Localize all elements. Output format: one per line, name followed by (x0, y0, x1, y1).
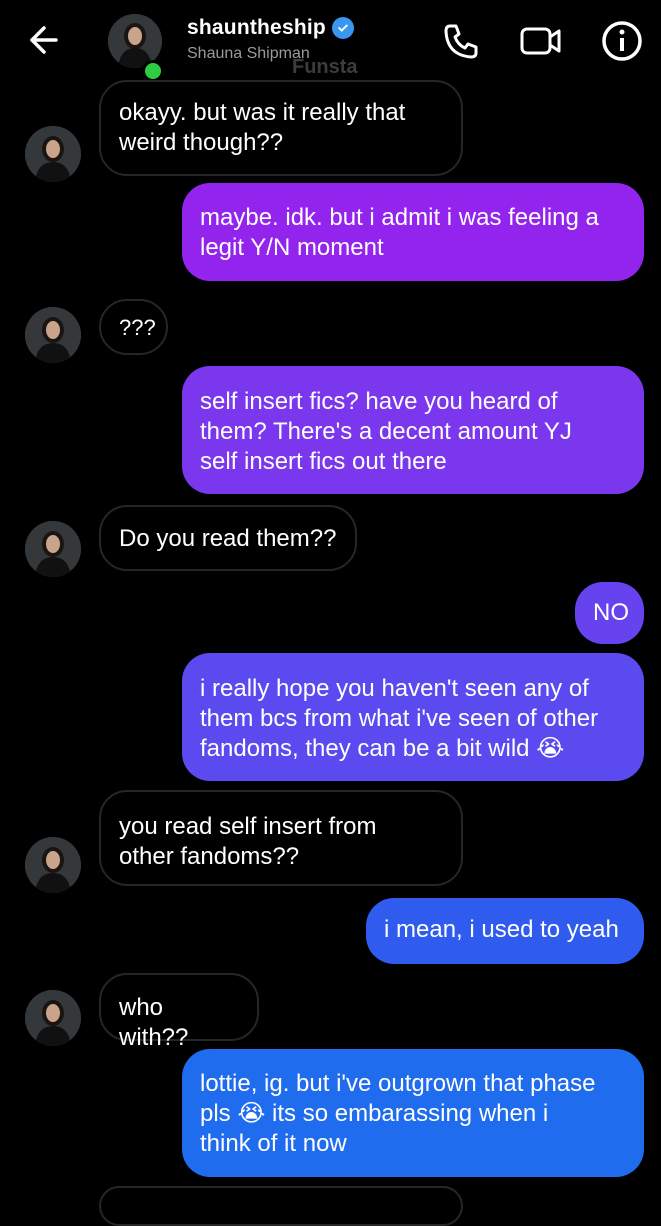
message-bubble-sent[interactable]: i really hope you haven't seen any of th… (182, 653, 644, 781)
message-bubble-sent[interactable]: i mean, i used to yeah (366, 898, 644, 964)
sender-avatar[interactable] (25, 307, 81, 363)
header-avatar[interactable] (108, 14, 164, 82)
message-bubble-sent[interactable]: maybe. idk. but i admit i was feeling a … (182, 183, 644, 281)
message-bubble-sent[interactable]: NO (575, 582, 644, 644)
message-bubble-sent[interactable]: self insert fics? have you heard of them… (182, 366, 644, 494)
chat-header: shauntheship Shauna Shipman Funsta (0, 0, 661, 82)
message-bubble-received[interactable]: okayy. but was it really that weird thou… (99, 80, 463, 176)
verified-badge-icon (331, 17, 354, 39)
sender-avatar[interactable] (25, 990, 81, 1046)
back-button[interactable] (22, 20, 66, 60)
message-bubble-received-partial[interactable] (99, 1186, 463, 1226)
message-bubble-sent[interactable]: lottie, ig. but i've outgrown that phase… (182, 1049, 644, 1177)
sender-avatar[interactable] (25, 837, 81, 893)
message-bubble-received[interactable]: you read self insert from other fandoms?… (99, 790, 463, 886)
info-button[interactable] (599, 18, 645, 64)
online-status-dot (142, 60, 164, 82)
call-button[interactable] (438, 18, 484, 64)
message-bubble-received[interactable]: Do you read them?? (99, 505, 357, 571)
video-camera-icon (520, 27, 561, 55)
info-icon (602, 21, 642, 61)
sender-avatar[interactable] (25, 521, 81, 577)
message-bubble-received[interactable]: ??? (99, 299, 168, 355)
arrow-left-icon (30, 26, 58, 54)
phone-icon (444, 24, 478, 59)
watermark: Funsta (292, 56, 358, 78)
message-bubble-received[interactable]: who with?? (99, 973, 259, 1051)
video-call-button[interactable] (517, 18, 565, 64)
sender-avatar[interactable] (25, 126, 81, 182)
username: shauntheship (187, 16, 326, 39)
